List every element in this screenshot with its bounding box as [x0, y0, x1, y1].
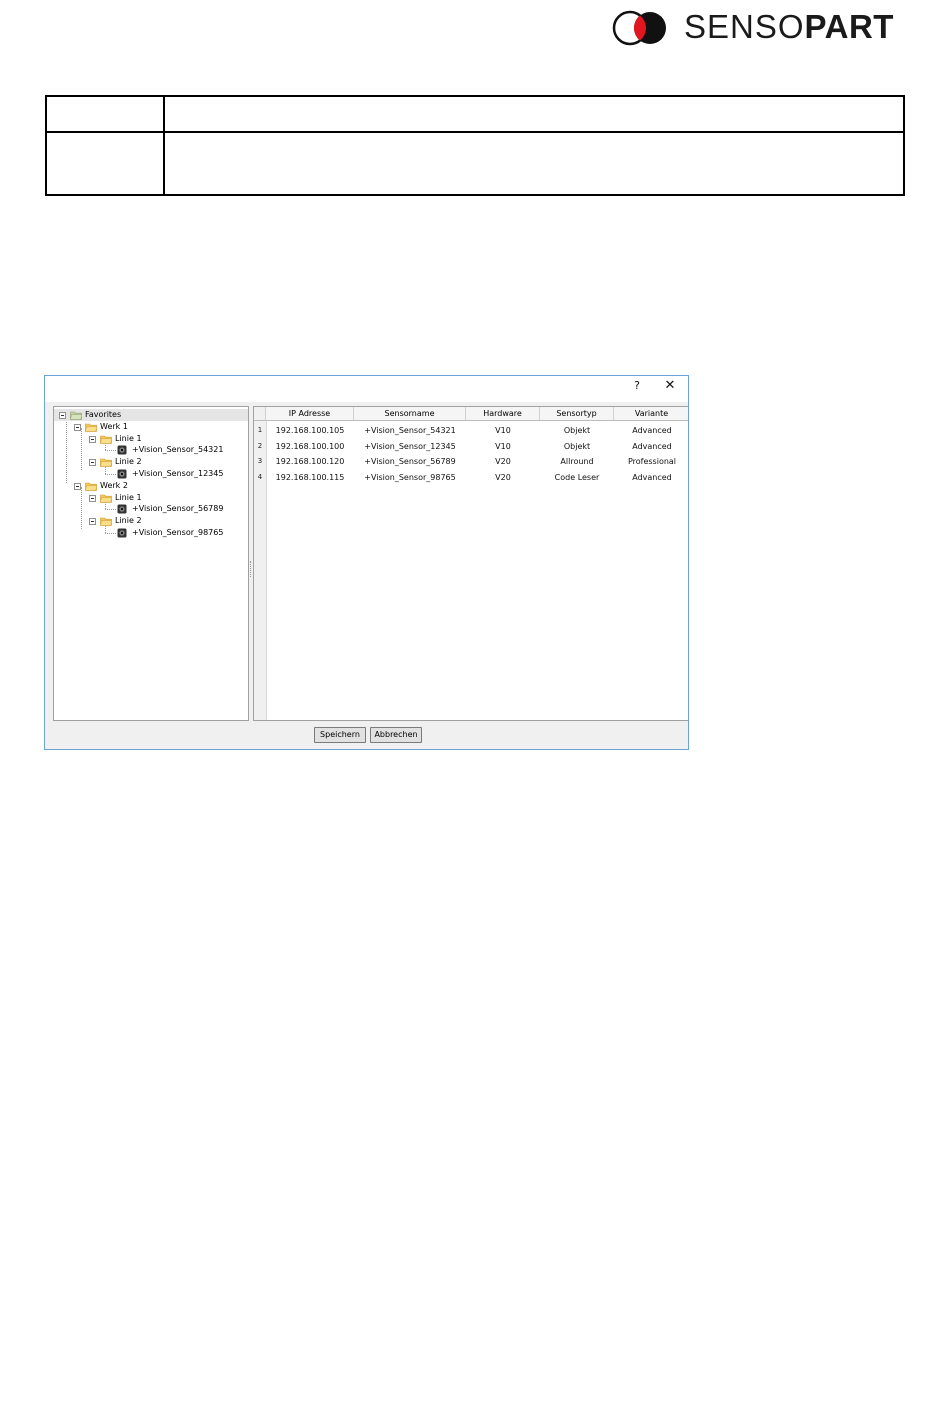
- logo-wordmark: SENSOPART: [684, 9, 894, 45]
- cell-ip[interactable]: 192.168.100.100: [266, 439, 354, 454]
- cell-variant[interactable]: Advanced: [614, 439, 688, 454]
- collapse-icon[interactable]: [89, 458, 96, 466]
- cell-sensor-type[interactable]: Code Leser: [540, 470, 614, 485]
- camera-sensor-icon: [117, 469, 127, 479]
- tree-node-werk-1[interactable]: Werk 1: [74, 421, 128, 433]
- logo-mark-icon: [612, 10, 666, 46]
- tree-node-sensor[interactable]: +Vision_Sensor_98765: [117, 527, 223, 539]
- cell-variant[interactable]: Professional: [614, 454, 688, 469]
- collapse-icon[interactable]: [59, 411, 66, 419]
- folder-open-icon: [100, 494, 112, 503]
- cell-hardware[interactable]: V20: [466, 454, 540, 469]
- cell-hardware[interactable]: V20: [466, 470, 540, 485]
- document-table: [45, 95, 905, 196]
- table-cell: [45, 131, 165, 196]
- camera-sensor-icon: [117, 528, 127, 538]
- close-button[interactable]: ✕: [655, 376, 685, 402]
- folder-open-icon: [100, 458, 112, 467]
- cell-ip[interactable]: 192.168.100.105: [266, 423, 354, 438]
- cell-hardware[interactable]: V10: [466, 423, 540, 438]
- cell-sensor-name[interactable]: +Vision_Sensor_54321: [354, 423, 466, 438]
- table-cell: [163, 95, 905, 133]
- cell-variant[interactable]: Advanced: [614, 470, 688, 485]
- cell-ip[interactable]: 192.168.100.115: [266, 470, 354, 485]
- logo-text-light: SENSO: [684, 8, 805, 45]
- folder-open-icon: [85, 423, 97, 432]
- collapse-icon[interactable]: [89, 494, 96, 502]
- dialog-titlebar: ? ✕: [45, 376, 688, 402]
- tree-node-sensor[interactable]: +Vision_Sensor_12345: [117, 468, 223, 480]
- camera-sensor-icon: [117, 445, 127, 455]
- cell-sensor-name[interactable]: +Vision_Sensor_12345: [354, 439, 466, 454]
- tree-node-sensor[interactable]: +Vision_Sensor_54321: [117, 444, 223, 456]
- collapse-icon[interactable]: [89, 435, 96, 443]
- row-number[interactable]: 1: [254, 423, 266, 438]
- folder-open-icon: [85, 482, 97, 491]
- cell-sensor-name[interactable]: +Vision_Sensor_98765: [354, 470, 466, 485]
- row-number[interactable]: 2: [254, 439, 266, 454]
- collapse-icon[interactable]: [74, 423, 81, 431]
- cell-sensor-type[interactable]: Objekt: [540, 423, 614, 438]
- favorites-dialog: ? ✕ Favorites Werk 1 Linie 1 +Vision_Sen…: [44, 375, 689, 750]
- favorites-tree: Favorites Werk 1 Linie 1 +Vision_Sensor_…: [53, 406, 249, 721]
- tree-node-sensor[interactable]: +Vision_Sensor_56789: [117, 503, 223, 515]
- table-cell: [163, 131, 905, 196]
- tree-node-linie-2[interactable]: Linie 2: [89, 515, 142, 527]
- cancel-button[interactable]: Abbrechen: [370, 727, 422, 743]
- camera-sensor-icon: [117, 504, 127, 514]
- folder-open-icon: [100, 517, 112, 526]
- folder-open-icon: [100, 435, 112, 444]
- sensor-table: IP Adresse Sensorname Hardware Sensortyp…: [253, 406, 688, 721]
- tree-node-favorites[interactable]: Favorites: [54, 409, 248, 421]
- row-number[interactable]: 3: [254, 454, 266, 469]
- cell-sensor-type[interactable]: Objekt: [540, 439, 614, 454]
- column-header-hardware[interactable]: Hardware: [466, 407, 540, 420]
- column-header-ip[interactable]: IP Adresse: [266, 407, 354, 420]
- tree-node-linie-2[interactable]: Linie 2: [89, 456, 142, 468]
- tree-node-werk-2[interactable]: Werk 2: [74, 480, 128, 492]
- cell-sensor-type[interactable]: Allround: [540, 454, 614, 469]
- column-header-name[interactable]: Sensorname: [354, 407, 466, 420]
- table-corner: [254, 407, 266, 421]
- row-number[interactable]: 4: [254, 470, 266, 485]
- table-cell: [45, 95, 165, 133]
- column-headers: IP Adresse Sensorname Hardware Sensortyp…: [266, 407, 688, 421]
- save-button[interactable]: Speichern: [314, 727, 366, 743]
- folder-open-icon: [70, 411, 82, 420]
- cell-variant[interactable]: Advanced: [614, 423, 688, 438]
- collapse-icon[interactable]: [89, 517, 96, 525]
- help-button[interactable]: ?: [622, 376, 652, 402]
- cell-ip[interactable]: 192.168.100.120: [266, 454, 354, 469]
- column-header-type[interactable]: Sensortyp: [540, 407, 614, 420]
- column-header-variant[interactable]: Variante: [614, 407, 688, 420]
- cell-sensor-name[interactable]: +Vision_Sensor_56789: [354, 454, 466, 469]
- collapse-icon[interactable]: [74, 482, 81, 490]
- logo-text-bold: PART: [804, 8, 894, 45]
- cell-hardware[interactable]: V10: [466, 439, 540, 454]
